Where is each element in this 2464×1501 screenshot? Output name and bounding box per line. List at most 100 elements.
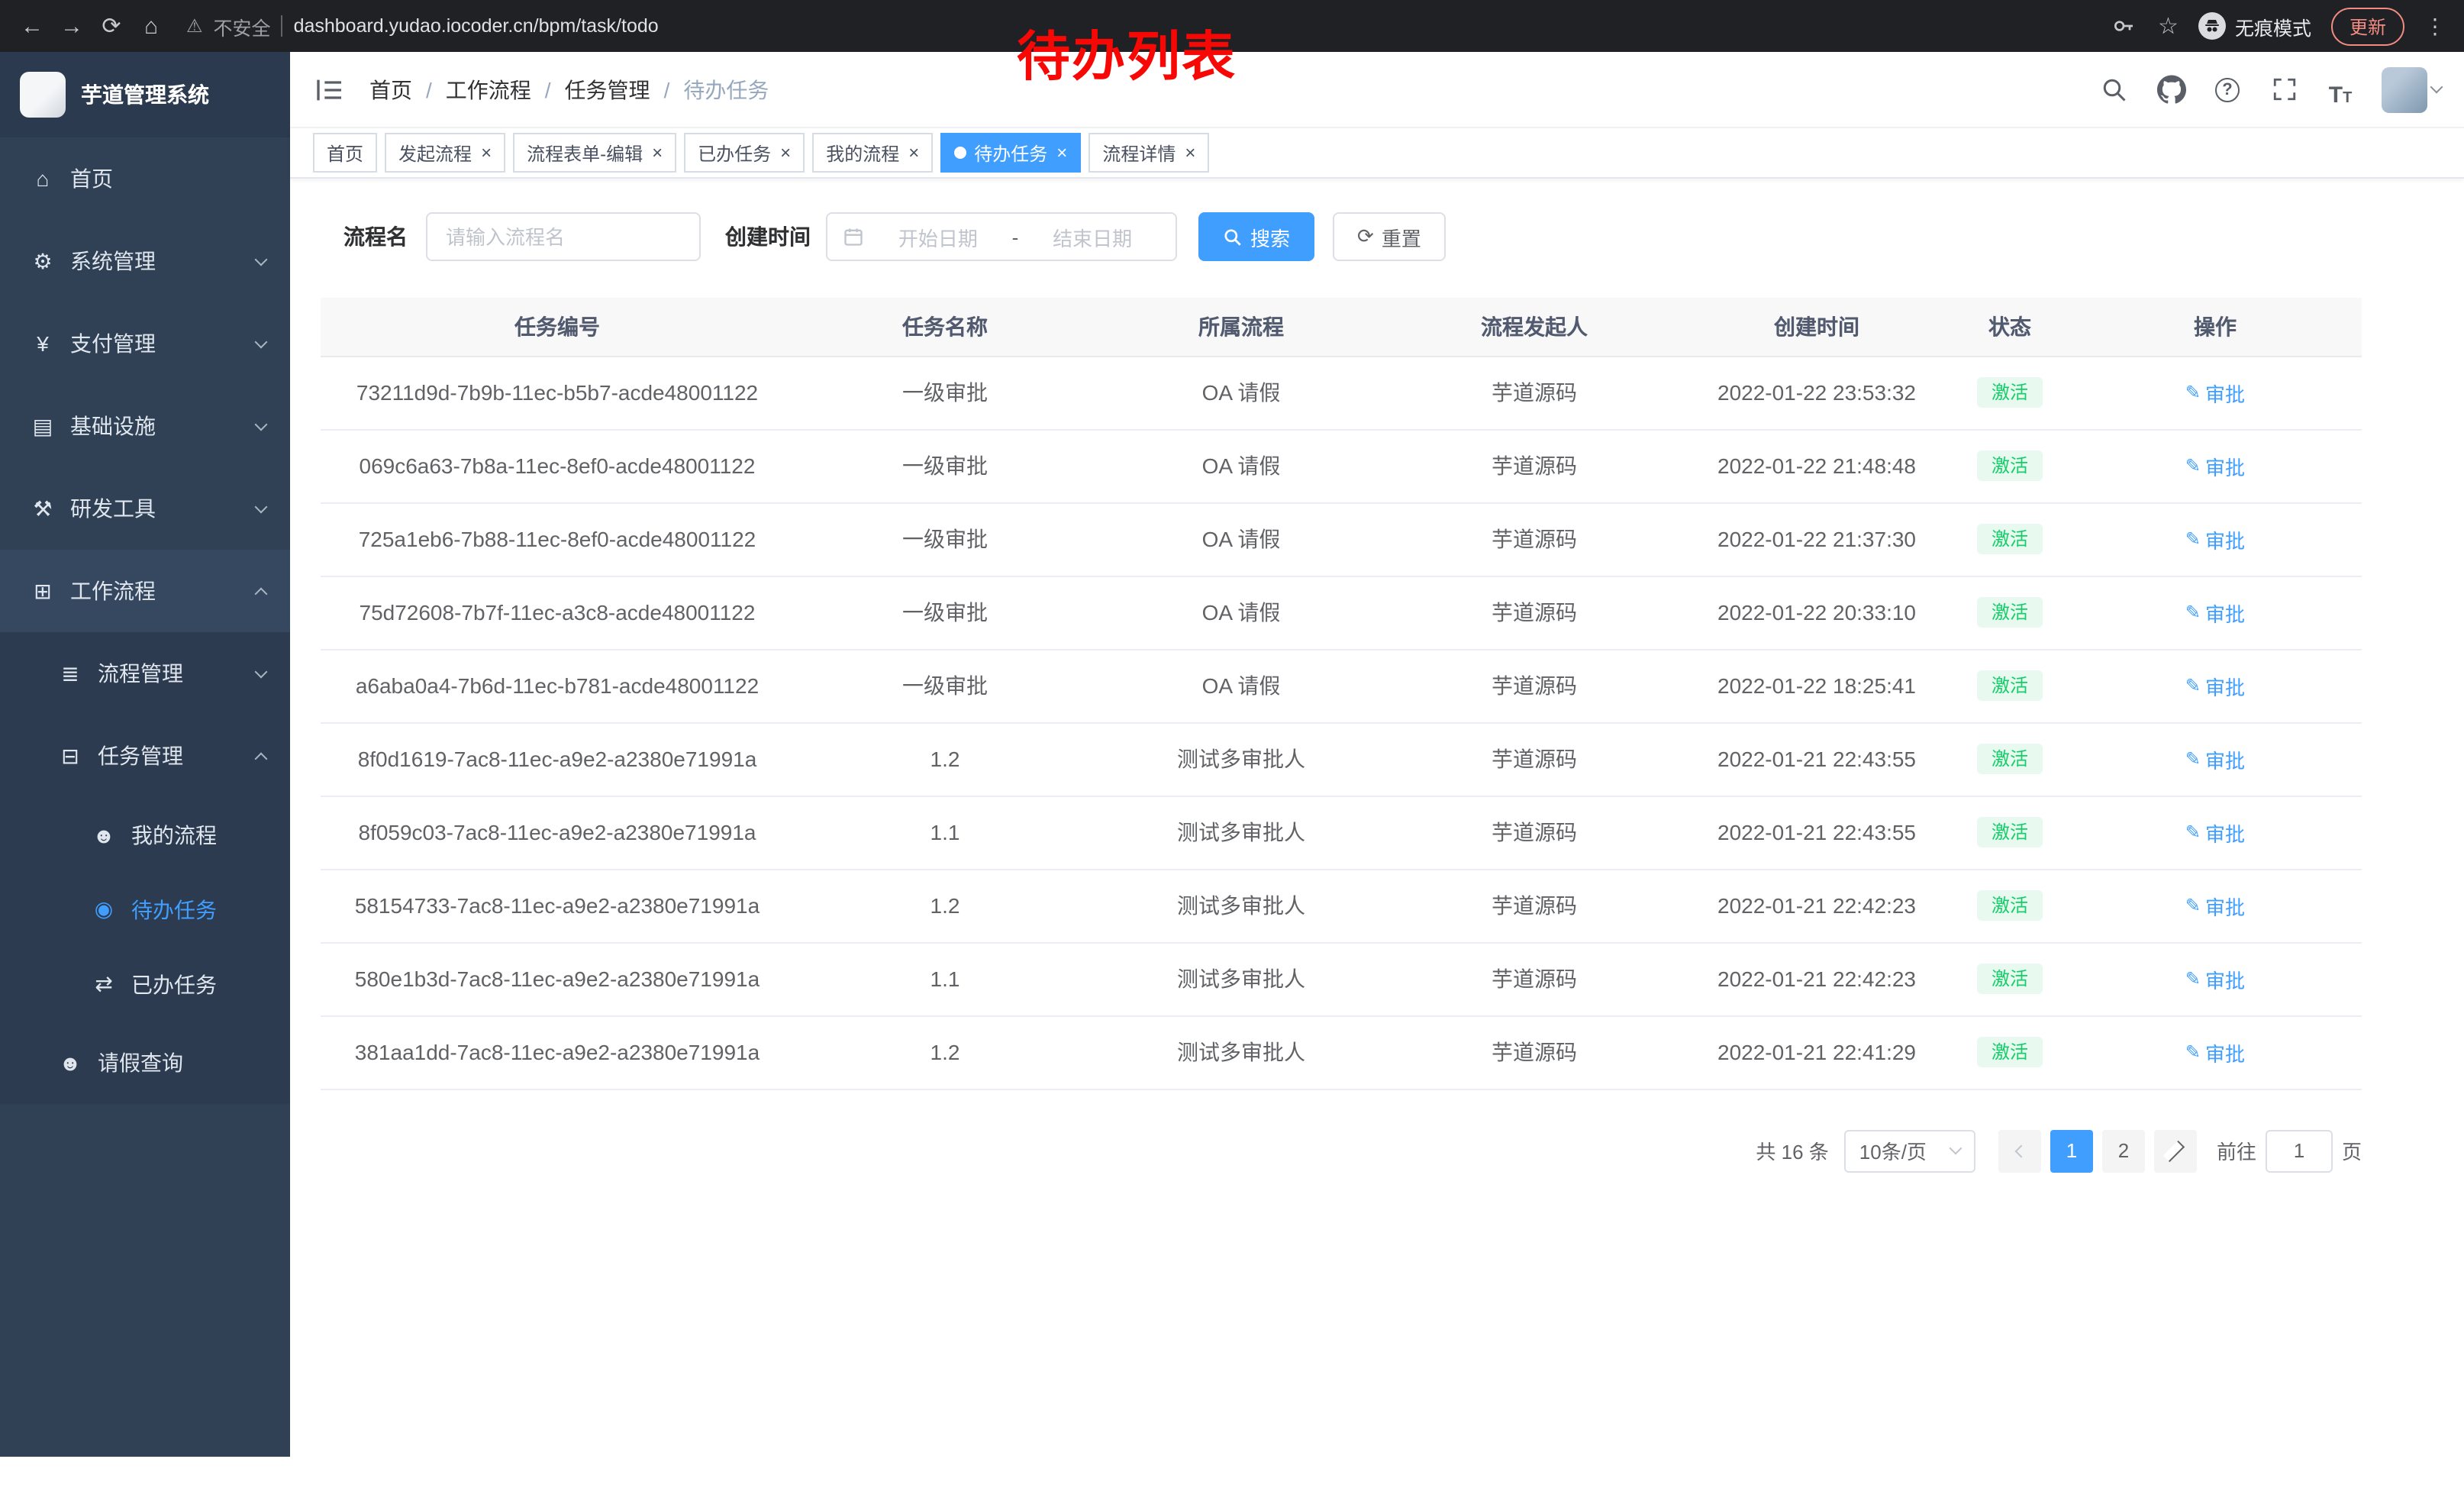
next-page-button[interactable] (2154, 1129, 2197, 1172)
search-button[interactable]: 搜索 (1198, 212, 1314, 261)
sidebar-menu: ⌂首页⚙系统管理¥支付管理▤基础设施⚒研发工具⊞工作流程≣流程管理⊟任务管理☻我… (0, 137, 290, 1457)
reset-button[interactable]: ⟳ 重置 (1333, 212, 1446, 261)
tab-close-icon[interactable]: × (652, 144, 663, 162)
cell-process: 测试多审批人 (1096, 722, 1386, 796)
app-header: 首页/工作流程/任务管理/待办任务 ? (290, 52, 2464, 128)
approve-link[interactable]: ✎审批 (2185, 598, 2245, 627)
tab-my-process[interactable]: 我的流程× (812, 133, 933, 173)
address-bar[interactable]: ⚠ 不安全 dashboard.yudao.iocoder.cn/bpm/tas… (186, 11, 2108, 40)
tab-close-icon[interactable]: × (481, 144, 492, 162)
cell-process: 测试多审批人 (1096, 869, 1386, 942)
workflow-icon: ⊞ (31, 578, 55, 604)
sidebar-item-workflow[interactable]: ⊞工作流程 (0, 550, 290, 632)
sidebar-collapse-icon[interactable] (313, 73, 347, 106)
sidebar-item-system-mgmt[interactable]: ⚙系统管理 (0, 220, 290, 302)
cell-created: 2022-01-21 22:43:55 (1682, 796, 1951, 869)
end-date-placeholder[interactable]: 结束日期 (1024, 222, 1160, 251)
tab-start-process[interactable]: 发起流程× (385, 133, 505, 173)
tab-todo-task[interactable]: 待办任务 × (940, 133, 1081, 173)
approve-link[interactable]: ✎审批 (2185, 671, 2245, 700)
approve-link[interactable]: ✎审批 (2185, 451, 2245, 480)
process-name-input[interactable] (426, 212, 701, 261)
sidebar-item-infrastructure[interactable]: ▤基础设施 (0, 385, 290, 467)
forward-icon[interactable]: → (52, 6, 92, 46)
breadcrumb-item[interactable]: 首页 (369, 74, 412, 105)
approve-link[interactable]: ✎审批 (2185, 378, 2245, 407)
breadcrumb-item[interactable]: 工作流程 (446, 74, 531, 105)
tab-close-icon[interactable]: × (780, 144, 791, 162)
page-button-1[interactable]: 1 (2050, 1129, 2093, 1172)
tab-process-detail[interactable]: 流程详情× (1088, 133, 1209, 173)
cell-initiator: 芋道源码 (1386, 942, 1682, 1015)
sidebar-item-label: 待办任务 (131, 894, 217, 925)
tab-close-icon[interactable]: × (908, 144, 919, 162)
back-icon[interactable]: ← (12, 6, 52, 46)
tab-home[interactable]: 首页 (313, 133, 377, 173)
header-actions: ? TT (2099, 66, 2441, 112)
date-range-picker[interactable]: 开始日期 - 结束日期 (826, 212, 1177, 261)
fullscreen-icon[interactable] (2269, 73, 2299, 106)
url-text[interactable]: dashboard.yudao.iocoder.cn/bpm/task/todo (294, 15, 659, 37)
reload-icon[interactable]: ⟳ (92, 6, 131, 46)
sidebar-item-process-mgmt[interactable]: ≣流程管理 (0, 632, 290, 715)
help-icon[interactable]: ? (2212, 73, 2243, 106)
font-size-icon[interactable]: TT (2325, 73, 2356, 106)
sidebar-item-task-mgmt[interactable]: ⊟任务管理 (0, 715, 290, 797)
tab-label: 首页 (327, 140, 363, 166)
breadcrumb-item: 待办任务 (683, 74, 769, 105)
cell-initiator: 芋道源码 (1386, 649, 1682, 722)
done-flow-icon: ⇄ (92, 971, 116, 997)
cell-status: 激活 (1951, 649, 2069, 722)
sidebar-item-done-task[interactable]: ⇄已办任务 (0, 947, 290, 1022)
approve-link[interactable]: ✎审批 (2185, 891, 2245, 920)
start-date-placeholder[interactable]: 开始日期 (870, 222, 1006, 251)
sidebar-item-payment-mgmt[interactable]: ¥支付管理 (0, 302, 290, 385)
bookmark-star-icon[interactable]: ☆ (2158, 12, 2179, 40)
page-size-select[interactable]: 10条/页 (1844, 1129, 1975, 1172)
create-time-label: 创建时间 (725, 221, 811, 252)
goto-page-input[interactable] (2266, 1129, 2333, 1172)
sidebar-item-todo-task[interactable]: ◉待办任务 (0, 872, 290, 947)
sidebar-item-leave-query[interactable]: ☻请假查询 (0, 1022, 290, 1104)
tab-form-edit[interactable]: 流程表单-编辑× (513, 133, 676, 173)
prev-page-button[interactable] (1998, 1129, 2041, 1172)
approve-link[interactable]: ✎审批 (2185, 525, 2245, 554)
tab-close-icon[interactable]: × (1185, 144, 1195, 162)
security-label[interactable]: 不安全 (214, 11, 271, 40)
cell-id: 58154733-7ac8-11ec-a9e2-a2380e71991a (321, 869, 794, 942)
sidebar-item-home[interactable]: ⌂首页 (0, 137, 290, 220)
table-row: 58154733-7ac8-11ec-a9e2-a2380e71991a1.2测… (321, 869, 2362, 942)
tab-done-task[interactable]: 已办任务× (684, 133, 805, 173)
approve-link[interactable]: ✎审批 (2185, 818, 2245, 847)
sidebar-item-dev-tools[interactable]: ⚒研发工具 (0, 467, 290, 550)
tools-icon: ⚒ (31, 495, 55, 521)
status-badge: 激活 (1978, 377, 2042, 408)
approve-link[interactable]: ✎审批 (2185, 744, 2245, 773)
user-avatar[interactable] (2382, 66, 2441, 112)
approve-link[interactable]: ✎审批 (2185, 964, 2245, 993)
cell-id: 8f0d1619-7ac8-11ec-a9e2-a2380e71991a (321, 722, 794, 796)
page-button-2[interactable]: 2 (2102, 1129, 2145, 1172)
key-icon[interactable] (2108, 9, 2138, 43)
update-button[interactable]: 更新 (2331, 7, 2404, 45)
process-list-icon: ≣ (58, 660, 82, 686)
search-icon[interactable] (2099, 73, 2130, 106)
tab-close-icon[interactable]: × (1056, 144, 1067, 162)
column-header: 流程发起人 (1386, 298, 1682, 356)
cell-id: 75d72608-7b7f-11ec-a3c8-acde48001122 (321, 576, 794, 649)
tab-label: 待办任务 (974, 140, 1047, 166)
cell-action: ✎审批 (2069, 942, 2362, 1015)
sidebar-item-my-process[interactable]: ☻我的流程 (0, 797, 290, 872)
github-icon[interactable] (2156, 73, 2186, 106)
approve-link[interactable]: ✎审批 (2185, 1038, 2245, 1067)
breadcrumb: 首页/工作流程/任务管理/待办任务 (369, 74, 769, 105)
browser-menu-icon[interactable]: ⋮ (2424, 13, 2446, 39)
home-icon[interactable]: ⌂ (131, 6, 171, 46)
breadcrumb-item[interactable]: 任务管理 (565, 74, 650, 105)
edit-icon: ✎ (2185, 528, 2201, 550)
total-count: 共 16 条 (1756, 1136, 1828, 1165)
cell-name: 一级审批 (794, 649, 1096, 722)
table-row: a6aba0a4-7b6d-11ec-b781-acde48001122一级审批… (321, 649, 2362, 722)
chevron-up-icon (255, 752, 268, 765)
task-icon: ⊟ (58, 743, 82, 769)
